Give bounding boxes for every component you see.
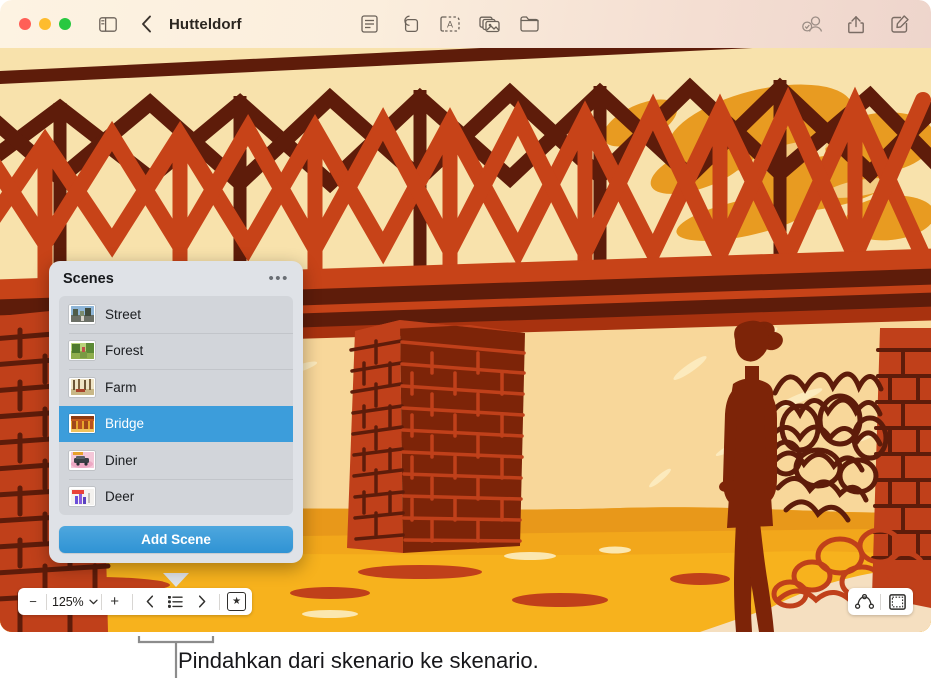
media-text-icon[interactable]: A xyxy=(439,13,461,35)
scene-list-item-deer[interactable]: Deer xyxy=(59,479,293,516)
folder-icon[interactable] xyxy=(519,13,541,35)
scenes-popover: Scenes ••• Street xyxy=(49,261,303,563)
view-controls-bar xyxy=(848,588,913,615)
scene-label: Bridge xyxy=(105,416,144,431)
scene-list-item-forest[interactable]: Forest xyxy=(59,333,293,370)
compose-icon[interactable] xyxy=(889,13,911,35)
zoom-controls-bar: − 125% + xyxy=(18,588,252,615)
scene-thumbnail xyxy=(69,414,95,433)
previous-scene-button[interactable] xyxy=(137,589,163,614)
scene-label: Deer xyxy=(105,489,134,504)
app-window: Hutteldorf A xyxy=(0,0,931,632)
caption-text: Pindahkan dari skenario ke skenario. xyxy=(178,648,539,674)
minimize-button[interactable] xyxy=(39,18,51,30)
popover-title: Scenes xyxy=(63,271,114,287)
media-image-icon[interactable] xyxy=(479,13,501,35)
close-button[interactable] xyxy=(19,18,31,30)
divider xyxy=(219,594,220,610)
share-icon[interactable] xyxy=(845,13,867,35)
scene-thumbnail xyxy=(69,451,95,470)
svg-text:A: A xyxy=(447,19,453,29)
popover-tail xyxy=(163,573,189,587)
popover-header: Scenes ••• xyxy=(49,271,303,296)
scene-list-item-bridge[interactable]: Bridge xyxy=(59,406,293,443)
scene-thumbnail xyxy=(69,341,95,360)
zoom-out-button[interactable]: − xyxy=(20,589,46,614)
toolbar-center-group: A xyxy=(359,13,541,35)
scene-list-item-street[interactable]: Street xyxy=(59,296,293,333)
divider xyxy=(132,594,133,610)
next-scene-button[interactable] xyxy=(189,589,215,614)
scene-label: Farm xyxy=(105,380,137,395)
animation-graph-icon[interactable] xyxy=(848,589,880,614)
window-titlebar: Hutteldorf A xyxy=(0,0,931,48)
window-title: Hutteldorf xyxy=(169,16,242,33)
zoom-level-dropdown[interactable]: 125% xyxy=(47,589,101,614)
sidebar-toggle-icon[interactable] xyxy=(97,13,119,35)
toolbar-right-group xyxy=(801,13,911,35)
scene-label: Forest xyxy=(105,343,143,358)
presenter-layout-icon[interactable] xyxy=(881,589,913,614)
zoom-level-value: 125% xyxy=(47,595,87,609)
scene-label: Diner xyxy=(105,453,137,468)
scene-list-item-farm[interactable]: Farm xyxy=(59,369,293,406)
more-options-button[interactable]: ••• xyxy=(268,275,289,283)
scene-label: Street xyxy=(105,307,141,322)
scene-list: Street Forest xyxy=(59,296,293,515)
scene-thumbnail xyxy=(69,487,95,506)
star-icon: ★ xyxy=(227,592,246,611)
scene-list-item-diner[interactable]: Diner xyxy=(59,442,293,479)
scene-thumbnail xyxy=(69,378,95,397)
zoom-in-button[interactable]: + xyxy=(102,589,128,614)
zoom-button[interactable] xyxy=(59,18,71,30)
favorite-button[interactable]: ★ xyxy=(224,589,250,614)
scene-thumbnail xyxy=(69,305,95,324)
add-scene-button[interactable]: Add Scene xyxy=(59,526,293,553)
scene-list-button[interactable] xyxy=(163,589,189,614)
back-button[interactable] xyxy=(135,13,157,35)
traffic-lights[interactable] xyxy=(19,18,71,30)
shape-icon[interactable] xyxy=(399,13,421,35)
callout-bracket xyxy=(137,634,215,678)
collaborate-icon[interactable] xyxy=(801,13,823,35)
text-box-icon[interactable] xyxy=(359,13,381,35)
chevron-down-icon[interactable] xyxy=(87,589,101,614)
